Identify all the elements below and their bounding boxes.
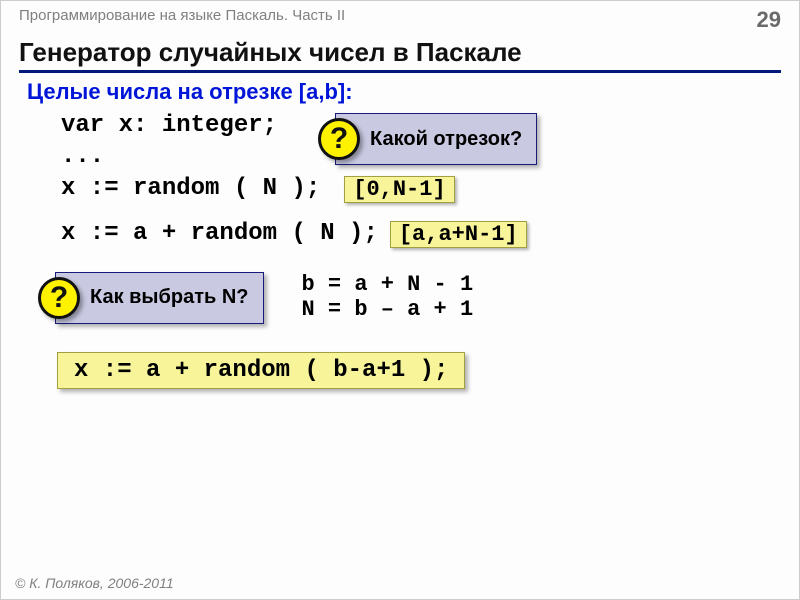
- footer-copyright: © К. Поляков, 2006-2011: [15, 575, 174, 591]
- question-icon: ?: [318, 118, 360, 160]
- page-title: Генератор случайных чисел в Паскале: [19, 37, 781, 73]
- content: var x: integer; ... ? Какой отрезок? x :…: [61, 111, 799, 389]
- page-number: 29: [757, 7, 781, 33]
- equation-2: N = b – a + 1: [302, 297, 474, 322]
- range-box-1: [0,N-1]: [344, 176, 454, 203]
- subtitle: Целые числа на отрезке [a,b]:: [27, 79, 799, 105]
- range-box-2: [a,a+N-1]: [390, 221, 527, 248]
- final-code-box: x := a + random ( b-a+1 );: [57, 352, 465, 389]
- header: Программирование на языке Паскаль. Часть…: [1, 1, 799, 33]
- callout-text-1: Какой отрезок?: [370, 128, 522, 151]
- callout-choose-n: ? Как выбрать N?: [55, 272, 264, 324]
- equation-1: b = a + N - 1: [302, 272, 474, 297]
- course-name: Программирование на языке Паскаль. Часть…: [19, 7, 345, 33]
- callout-which-range: ? Какой отрезок?: [335, 113, 537, 165]
- code-line-2: ...: [61, 142, 277, 173]
- code-line-3: x := random ( N );: [61, 174, 320, 205]
- code-line-1: var x: integer;: [61, 111, 277, 142]
- question-icon: ?: [38, 277, 80, 319]
- code-line-4: x := a + random ( N );: [61, 219, 378, 250]
- callout-text-2: Как выбрать N?: [90, 286, 249, 309]
